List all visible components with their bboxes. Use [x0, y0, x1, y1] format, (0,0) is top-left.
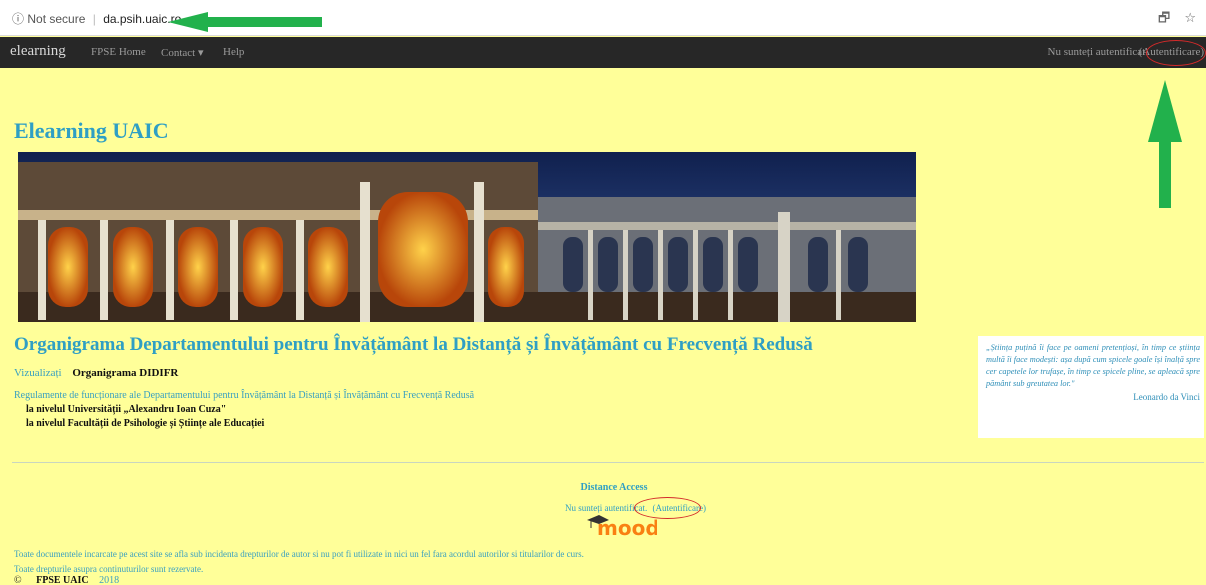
- nav-item-fpse-home[interactable]: FPSE Home: [91, 46, 146, 58]
- browser-address-bar[interactable]: ⓘ Not secure | da.psih.uaic.ro 🗗 ☆: [0, 0, 1206, 36]
- url-display[interactable]: ⓘ Not secure | da.psih.uaic.ro: [12, 10, 181, 27]
- copyright-line: © FPSE UAIC 2018: [14, 575, 119, 585]
- quote-box: „Știința puțină îi face pe oameni preten…: [978, 336, 1204, 438]
- nav-item-help[interactable]: Help: [223, 46, 244, 58]
- site-title[interactable]: Elearning UAIC: [14, 118, 169, 144]
- moodle-logo[interactable]: moodle: [585, 512, 657, 538]
- view-row: Vizualizați Organigrama DIDIFR: [14, 367, 178, 379]
- star-icon[interactable]: ☆: [1184, 11, 1196, 26]
- rights-reserved: Toate drepturile asupra continuturilor s…: [14, 564, 204, 574]
- red-circle-annotation: [1146, 40, 1206, 66]
- translate-icon[interactable]: 🗗: [1158, 11, 1170, 26]
- university-building-banner: [18, 152, 916, 322]
- page-heading: Organigrama Departamentului pentru Învăț…: [14, 334, 813, 355]
- url-separator: |: [92, 12, 96, 26]
- top-navbar: elearning FPSE Home Contact ▾ Help Nu su…: [0, 37, 1206, 68]
- copyright-notice: Toate documentele incarcate pe acest sit…: [14, 549, 584, 559]
- regulations-link[interactable]: Regulamente de funcționare ale Departame…: [14, 390, 474, 401]
- quote-author: Leonardo da Vinci: [1133, 392, 1200, 402]
- footer-title: Distance Access: [580, 482, 648, 493]
- green-arrow-annotation: [168, 12, 322, 32]
- copyright-symbol: ©: [14, 575, 22, 585]
- organigram-link[interactable]: Organigrama DIDIFR: [72, 367, 178, 379]
- footer-divider: [12, 462, 1204, 463]
- green-arrow-annotation: [1148, 80, 1182, 208]
- login-status-text: Nu sunteți autentificat.: [1047, 46, 1149, 58]
- security-label: Not secure: [27, 12, 86, 26]
- info-circle-icon[interactable]: ⓘ: [12, 12, 24, 26]
- regulation-faculty-link[interactable]: la nivelul Facultății de Psihologie și Ș…: [26, 418, 264, 429]
- navbar-brand[interactable]: elearning: [10, 43, 66, 60]
- quote-text: „Știința puțină îi face pe oameni preten…: [986, 343, 1200, 388]
- nav-item-contact[interactable]: Contact ▾: [161, 46, 204, 59]
- copyright-year: 2018: [99, 575, 120, 585]
- svg-text:moodle: moodle: [597, 516, 657, 538]
- regulation-university-link[interactable]: la nivelul Universității „Alexandru Ioan…: [26, 404, 226, 415]
- view-label: Vizualizați: [14, 367, 62, 379]
- copyright-org: FPSE UAIC: [36, 575, 89, 585]
